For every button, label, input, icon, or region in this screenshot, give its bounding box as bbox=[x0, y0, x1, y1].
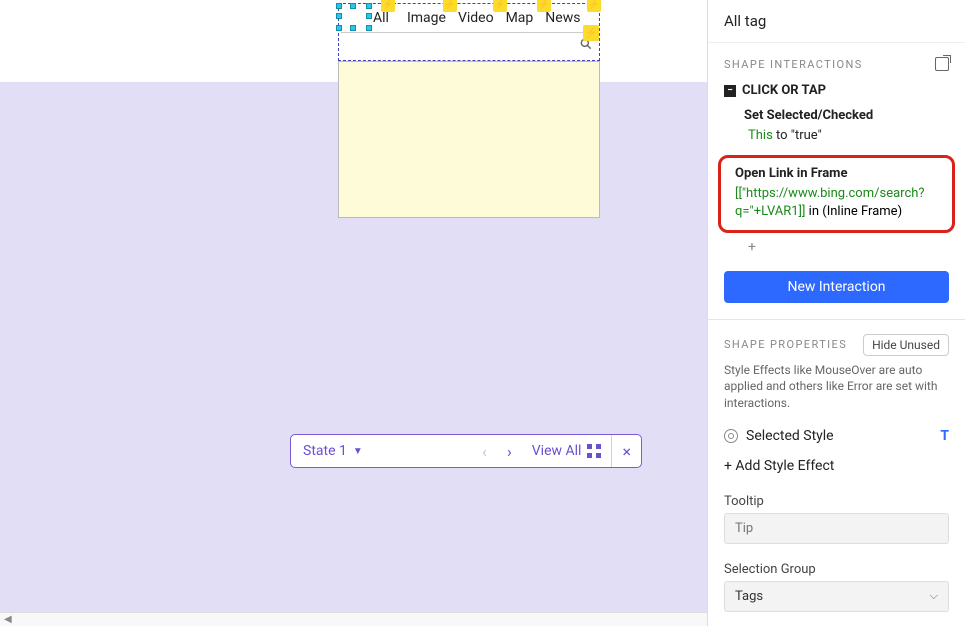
scroll-left-icon: ◀ bbox=[4, 614, 12, 625]
view-all-label: View All bbox=[532, 443, 582, 459]
target-icon bbox=[724, 429, 738, 443]
tab-bar-widget[interactable]: All Image Video Map News bbox=[338, 3, 600, 61]
properties-description: Style Effects like MouseOver are auto ap… bbox=[708, 362, 965, 422]
hide-unused-button[interactable]: Hide Unused bbox=[863, 334, 949, 356]
prev-state-button[interactable]: ‹ bbox=[478, 442, 491, 461]
interaction-action-name[interactable]: Set Selected/Checked bbox=[708, 102, 965, 125]
state-selector[interactable]: State 1 ▼ bbox=[291, 443, 472, 459]
selection-handles[interactable] bbox=[339, 6, 369, 28]
interaction-action-name: Open Link in Frame bbox=[735, 166, 942, 181]
tooltip-input[interactable] bbox=[724, 513, 949, 544]
popout-icon[interactable] bbox=[935, 57, 949, 71]
add-action-button[interactable]: + bbox=[708, 237, 965, 261]
new-interaction-button[interactable]: New Interaction bbox=[724, 271, 949, 303]
interaction-action-detail: [["https://www.bing.com/search?q="+LVAR1… bbox=[735, 185, 942, 221]
inspector-panel: All tag SHAPE INTERACTIONS − CLICK OR TA… bbox=[707, 0, 965, 626]
interaction-target: This bbox=[748, 128, 773, 143]
selected-style-label: Selected Style bbox=[746, 428, 834, 444]
add-style-effect-button[interactable]: + Add Style Effect bbox=[708, 450, 965, 486]
interaction-event-row[interactable]: − CLICK OR TAP bbox=[708, 79, 965, 102]
tab-news[interactable]: News bbox=[539, 8, 586, 28]
highlighted-interaction[interactable]: Open Link in Frame [["https://www.bing.c… bbox=[718, 155, 955, 232]
interactions-section-header: SHAPE INTERACTIONS bbox=[708, 43, 965, 79]
view-all-button[interactable]: View All bbox=[528, 443, 606, 459]
chevron-down-icon: ▼ bbox=[353, 446, 363, 457]
properties-section-label: SHAPE PROPERTIES bbox=[724, 338, 847, 351]
collapse-icon[interactable]: − bbox=[724, 85, 736, 97]
tooltip-label: Tooltip bbox=[708, 486, 965, 513]
inline-frame-placeholder[interactable] bbox=[338, 61, 600, 218]
chevron-down-icon: ⌵ bbox=[930, 589, 938, 603]
grid-icon bbox=[587, 444, 601, 458]
lightning-icon bbox=[583, 25, 599, 41]
text-style-icon[interactable]: T bbox=[940, 428, 949, 444]
close-state-bar-button[interactable]: × bbox=[611, 435, 641, 467]
next-state-button[interactable]: › bbox=[503, 442, 516, 461]
properties-section-header: SHAPE PROPERTIES Hide Unused bbox=[708, 320, 965, 362]
horizontal-scrollbar[interactable]: ◀ bbox=[0, 612, 707, 626]
state-bar: State 1 ▼ ‹ › View All × bbox=[290, 434, 642, 468]
panel-title: All tag bbox=[708, 0, 965, 43]
interactions-section-label: SHAPE INTERACTIONS bbox=[724, 58, 863, 71]
selection-group-select[interactable]: Tags ⌵ bbox=[724, 581, 949, 612]
selection-group-label: Selection Group bbox=[708, 554, 965, 581]
interaction-event-label: CLICK OR TAP bbox=[742, 83, 826, 98]
selection-group-value: Tags bbox=[735, 589, 763, 604]
tab-map[interactable]: Map bbox=[500, 8, 540, 28]
lightning-icon bbox=[587, 0, 601, 12]
search-row[interactable] bbox=[341, 32, 597, 58]
canvas-area: All Image Video Map News State 1 ▼ ‹ › bbox=[0, 0, 707, 626]
interaction-action-detail: This to "true" bbox=[708, 125, 965, 151]
state-name-label: State 1 bbox=[303, 443, 347, 459]
lightning-icon bbox=[381, 0, 395, 12]
selected-style-row[interactable]: Selected Style T bbox=[708, 422, 965, 450]
